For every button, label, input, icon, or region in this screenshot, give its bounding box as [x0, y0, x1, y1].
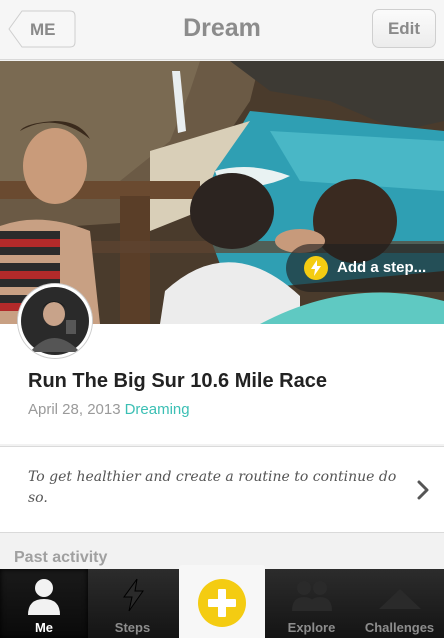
tab-me-label: Me [34, 620, 54, 635]
people-icon [291, 581, 332, 611]
person-icon [28, 579, 60, 615]
edit-button[interactable]: Edit [372, 9, 436, 48]
tab-me[interactable]: Me [0, 569, 88, 638]
dream-reason-text: To get healthier and create a routine to… [28, 469, 397, 506]
tab-explore-label: Explore [287, 620, 336, 635]
avatar-photo [18, 284, 92, 358]
add-step-label: Add a step... [337, 259, 427, 276]
tab-bar: Me Steps Explore Challenges [0, 565, 444, 638]
chevron-right-icon [417, 480, 429, 500]
tab-challenges-label: Challenges [364, 620, 435, 635]
avatar[interactable] [18, 284, 92, 358]
dream-date: April 28, 2013 [28, 401, 121, 418]
past-activity-heading: Past activity [14, 549, 108, 566]
tab-steps[interactable]: Steps [88, 569, 177, 638]
plus-icon [198, 579, 246, 627]
dream-title: Run The Big Sur 10.6 Mile Race [28, 370, 327, 392]
tab-steps-label: Steps [114, 620, 151, 635]
dream-reason-row[interactable]: To get healthier and create a routine to… [0, 446, 444, 533]
nav-header: ME Dream Edit [0, 0, 444, 60]
mountain-icon [378, 589, 421, 609]
dream-meta: April 28, 2013 Dreaming [28, 401, 190, 418]
dream-status[interactable]: Dreaming [125, 401, 190, 418]
tab-add-dream[interactable] [179, 565, 265, 638]
lightning-bolt-icon [122, 578, 144, 612]
add-step-button[interactable]: Add a step... [286, 244, 444, 292]
tab-challenges[interactable]: Challenges [355, 569, 444, 638]
lightning-bolt-icon [304, 256, 328, 280]
tab-explore[interactable]: Explore [268, 569, 355, 638]
